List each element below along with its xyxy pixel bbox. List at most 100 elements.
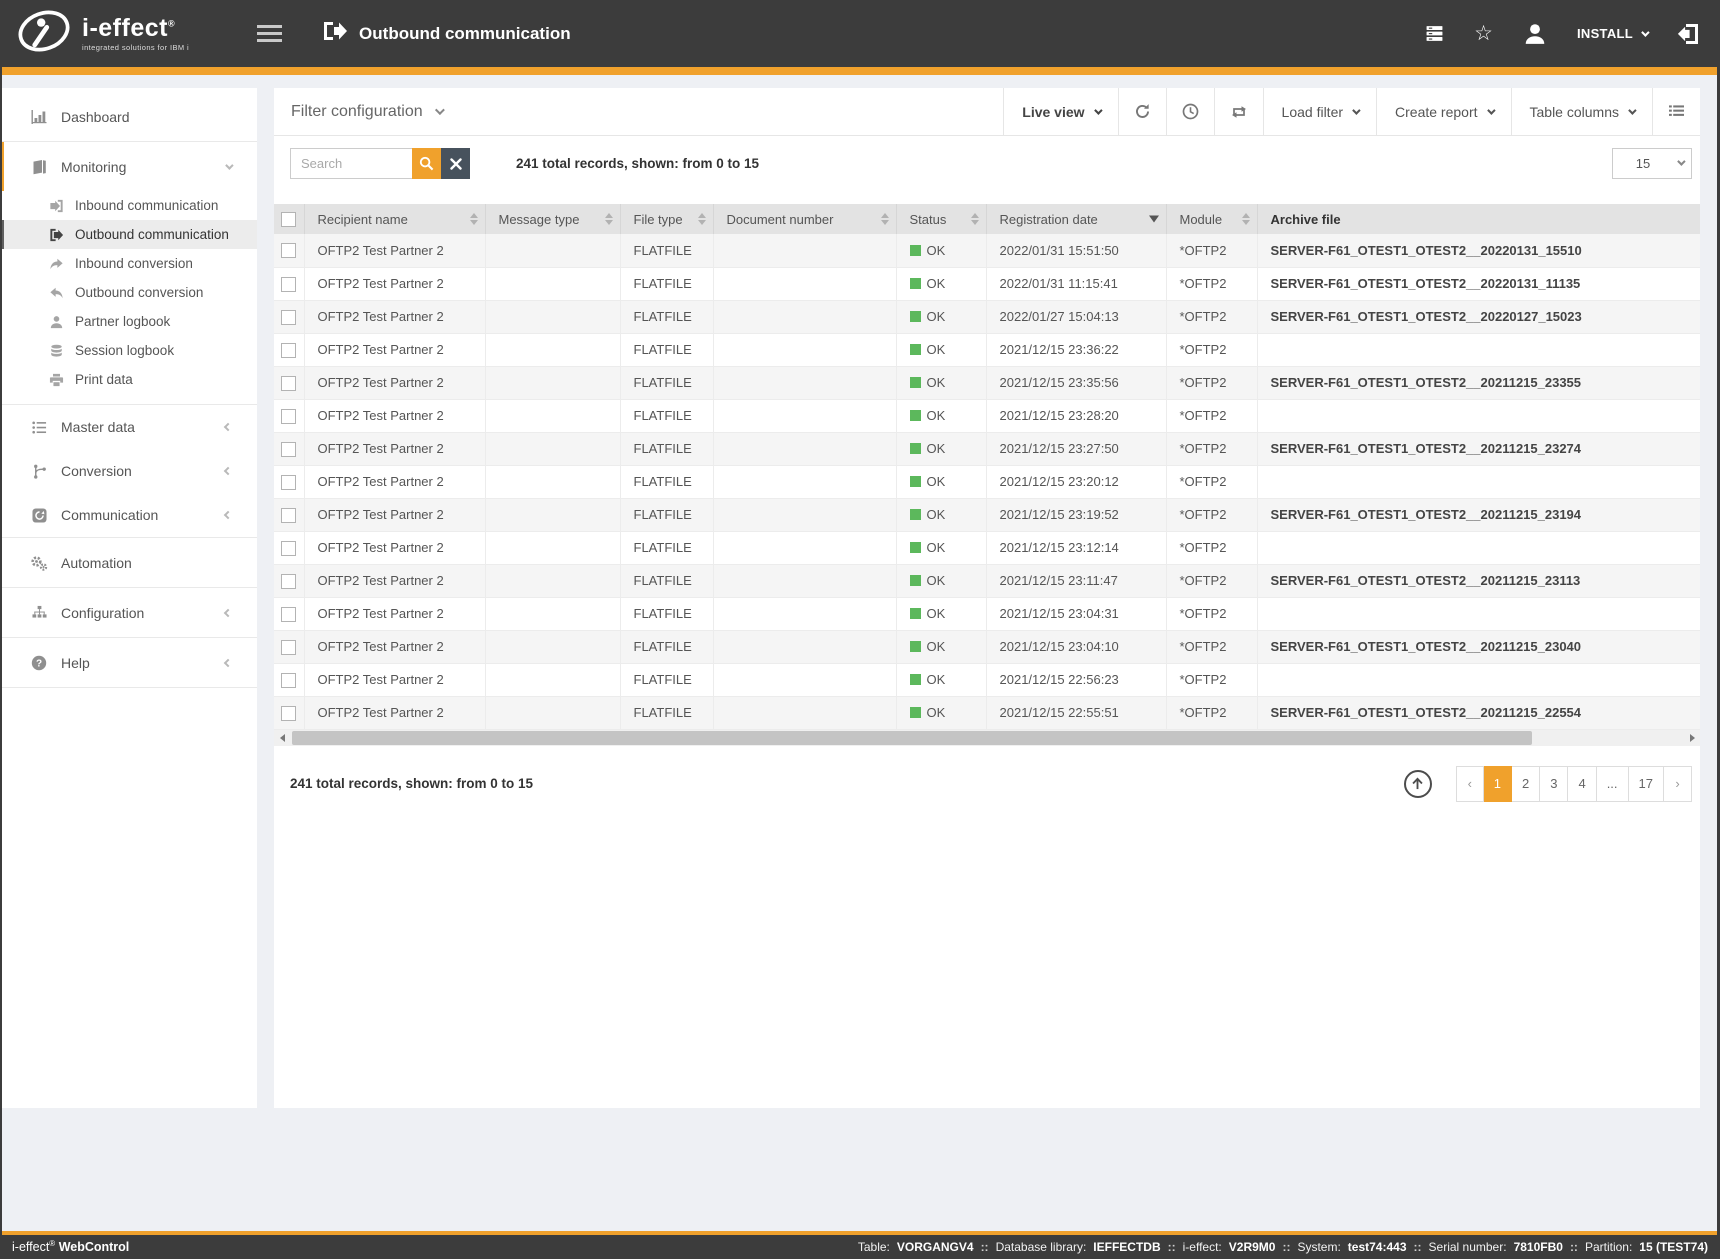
sidebar-item-inbound-conversion[interactable]: Inbound conversion [0,249,257,278]
scrollbar-track[interactable] [290,730,1684,746]
chevron-down-icon [1487,106,1495,114]
filter-configuration-dropdown[interactable]: Filter configuration [274,88,1003,135]
table-row[interactable]: OFTP2 Test Partner 2FLATFILEOK2022/01/27… [274,300,1700,333]
row-checkbox[interactable] [281,607,296,622]
column-header-file_type[interactable]: File type [620,204,713,234]
create-report-dropdown[interactable]: Create report [1376,88,1510,135]
table-row[interactable]: OFTP2 Test Partner 2FLATFILEOK2021/12/15… [274,432,1700,465]
sidebar-group-master-data[interactable]: Master data [0,405,257,449]
history-button[interactable] [1166,88,1214,135]
footer-separator: :: [1168,1240,1176,1254]
table-row[interactable]: OFTP2 Test Partner 2FLATFILEOK2021/12/15… [274,597,1700,630]
pagination-prev[interactable]: ‹ [1456,766,1484,802]
status-badge: OK [910,573,976,588]
row-checkbox[interactable] [281,376,296,391]
table-columns-dropdown[interactable]: Table columns [1511,88,1653,135]
row-checkbox[interactable] [281,706,296,721]
row-checkbox[interactable] [281,640,296,655]
scroll-right-arrow[interactable] [1684,730,1700,746]
sort-icon[interactable] [698,213,706,225]
sidebar-item-inbound-communication[interactable]: Inbound communication [0,191,257,220]
table-row[interactable]: OFTP2 Test Partner 2FLATFILEOK2021/12/15… [274,498,1700,531]
cell-recipient: OFTP2 Test Partner 2 [304,333,485,366]
sidebar-group-communication[interactable]: Communication [0,493,257,537]
table-row[interactable]: OFTP2 Test Partner 2FLATFILEOK2022/01/31… [274,267,1700,300]
table-row[interactable]: OFTP2 Test Partner 2FLATFILEOK2021/12/15… [274,696,1700,729]
sidebar-group-conversion[interactable]: Conversion [0,449,257,493]
sort-desc-icon[interactable] [1149,216,1159,223]
menu-toggle-button[interactable] [257,25,282,42]
scroll-to-top-button[interactable] [1404,770,1432,798]
table-row[interactable]: OFTP2 Test Partner 2FLATFILEOK2021/12/15… [274,366,1700,399]
sort-icon[interactable] [971,213,979,225]
sidebar-group-monitoring[interactable]: Monitoring [0,142,257,191]
sidebar-item-partner-logbook[interactable]: Partner logbook [0,307,257,336]
row-checkbox[interactable] [281,277,296,292]
table-row[interactable]: OFTP2 Test Partner 2FLATFILEOK2021/12/15… [274,564,1700,597]
pagination-ellipsis[interactable]: ... [1597,766,1629,802]
sidebar-item-print-data[interactable]: Print data [0,365,257,394]
page-size-select[interactable]: 15 [1612,148,1692,179]
column-header-status[interactable]: Status [896,204,986,234]
column-header-document_number[interactable]: Document number [713,204,896,234]
refresh-button[interactable] [1118,88,1166,135]
sort-icon[interactable] [470,213,478,225]
horizontal-scrollbar[interactable] [274,730,1700,746]
table-row[interactable]: OFTP2 Test Partner 2FLATFILEOK2021/12/15… [274,630,1700,663]
scroll-left-arrow[interactable] [274,730,290,746]
row-checkbox[interactable] [281,243,296,258]
user-avatar-icon[interactable] [1523,22,1547,45]
app-logo[interactable]: i-effect® integrated solutions for IBM i [16,9,189,58]
favorite-star-icon[interactable]: ☆ [1474,23,1493,44]
pagination-page-17[interactable]: 17 [1629,766,1664,802]
table-row[interactable]: OFTP2 Test Partner 2FLATFILEOK2021/12/15… [274,663,1700,696]
sidebar-item-dashboard[interactable]: Dashboard [0,92,257,141]
table-row[interactable]: OFTP2 Test Partner 2FLATFILEOK2021/12/15… [274,399,1700,432]
sort-icon[interactable] [605,213,613,225]
sidebar-item-outbound-communication[interactable]: Outbound communication [0,220,257,249]
row-checkbox[interactable] [281,343,296,358]
row-checkbox[interactable] [281,310,296,325]
pagination-page-3[interactable]: 3 [1540,766,1568,802]
sidebar-group-help[interactable]: ? Help [0,638,257,687]
pagination-page-1[interactable]: 1 [1484,766,1512,802]
select-all-checkbox[interactable] [281,212,296,227]
cell-archive_file: SERVER-F61_OTEST1_OTEST2__20211215_23113 [1257,564,1700,597]
sort-icon[interactable] [1242,213,1250,225]
sidebar-item-outbound-conversion[interactable]: Outbound conversion [0,278,257,307]
scrollbar-thumb[interactable] [292,731,1532,745]
row-checkbox[interactable] [281,442,296,457]
row-checkbox[interactable] [281,409,296,424]
table-row[interactable]: OFTP2 Test Partner 2FLATFILEOK2022/01/31… [274,234,1700,267]
row-checkbox[interactable] [281,508,296,523]
column-header-registration_date[interactable]: Registration date [986,204,1166,234]
row-checkbox[interactable] [281,574,296,589]
logout-icon[interactable] [1677,24,1698,44]
list-view-button[interactable] [1652,88,1700,135]
table-row[interactable]: OFTP2 Test Partner 2FLATFILEOK2021/12/15… [274,333,1700,366]
column-header-recipient[interactable]: Recipient name [304,204,485,234]
clear-search-button[interactable] [441,148,470,179]
column-header-archive_file[interactable]: Archive file [1257,204,1700,234]
search-input[interactable] [290,148,412,179]
live-view-dropdown[interactable]: Live view [1003,88,1117,135]
server-icon[interactable] [1425,25,1444,42]
sort-icon[interactable] [881,213,889,225]
sidebar-group-configuration[interactable]: Configuration [0,588,257,637]
sidebar-item-automation[interactable]: Automation [0,538,257,587]
user-menu[interactable]: INSTALL [1577,26,1647,41]
column-header-message_type[interactable]: Message type [485,204,620,234]
pagination-page-4[interactable]: 4 [1568,766,1596,802]
row-checkbox[interactable] [281,541,296,556]
row-checkbox[interactable] [281,673,296,688]
load-filter-dropdown[interactable]: Load filter [1263,88,1376,135]
search-button[interactable] [412,148,441,179]
sidebar-item-session-logbook[interactable]: Session logbook [0,336,257,365]
table-row[interactable]: OFTP2 Test Partner 2FLATFILEOK2021/12/15… [274,465,1700,498]
column-header-module[interactable]: Module [1166,204,1257,234]
row-checkbox[interactable] [281,475,296,490]
pagination-next[interactable]: › [1664,766,1692,802]
repeat-button[interactable] [1214,88,1263,135]
table-row[interactable]: OFTP2 Test Partner 2FLATFILEOK2021/12/15… [274,531,1700,564]
pagination-page-2[interactable]: 2 [1512,766,1540,802]
